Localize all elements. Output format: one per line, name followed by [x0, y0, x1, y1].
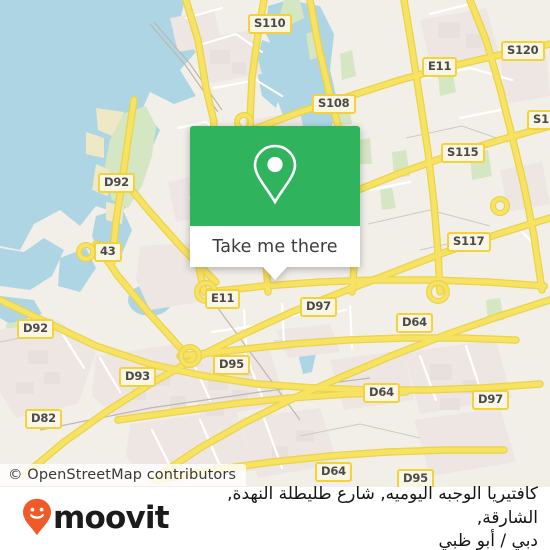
road-shield-label: S117: [453, 234, 485, 248]
road-shield: S117: [447, 232, 491, 252]
road-shield-label: S117: [533, 112, 550, 126]
moovit-logo[interactable]: moovit: [0, 498, 170, 540]
road-shield: D82: [25, 409, 62, 429]
road-shield: S115: [441, 143, 485, 163]
moovit-wordmark: moovit: [53, 500, 170, 536]
road-shield: E11: [205, 289, 241, 309]
road-shield-label: D93: [125, 369, 150, 383]
road-shield-label: D97: [306, 299, 331, 313]
road-shield: D92: [98, 173, 135, 193]
road-shield: D93: [119, 367, 156, 387]
road-shield-label: D64: [402, 315, 427, 329]
road-shield-label: D64: [321, 464, 346, 478]
road-shield-label: D95: [219, 357, 244, 371]
road-shield-label: S115: [447, 145, 479, 159]
road-shield-label: D92: [104, 175, 129, 189]
road-shield: D95: [213, 355, 250, 375]
card-pointer-tail: [262, 266, 288, 280]
road-shield-label: D92: [23, 321, 48, 335]
card-header: [190, 126, 360, 226]
place-region: دبي / أبو ظبي: [438, 531, 538, 550]
road-shield: D92: [17, 319, 54, 339]
road-shield-label: S110: [254, 16, 286, 30]
road-shield: 43: [94, 242, 122, 262]
footer-bar: moovit كافتيريا الوجبه اليوميه, شارع طلي…: [0, 484, 550, 550]
road-shield: D64: [315, 462, 352, 482]
road-shield: D97: [300, 297, 337, 317]
road-shield: S108: [312, 94, 356, 114]
road-shield: D64: [363, 383, 400, 403]
take-me-there-card[interactable]: Take me there: [190, 126, 360, 280]
map-pin-icon: [251, 143, 299, 209]
road-shield-label: E11: [428, 59, 452, 73]
road-shield-label: D97: [478, 392, 503, 406]
road-shield-label: S120: [507, 43, 539, 57]
road-shield-label: E11: [211, 291, 235, 305]
road-shield: S120: [501, 41, 545, 61]
road-shield: S110: [248, 14, 292, 34]
road-shield-label: D64: [369, 385, 394, 399]
road-shield: E11: [422, 57, 458, 77]
road-shield: D64: [396, 313, 433, 333]
card-footer[interactable]: Take me there: [190, 226, 360, 280]
place-caption: كافتيريا الوجبه اليوميه, شارع طليطلة الن…: [169, 483, 550, 550]
moovit-map-screenshot: .land { fill:#F2EFE9; } .water { fill:#A…: [0, 0, 550, 550]
road-shield-label: S108: [318, 96, 350, 110]
place-name: كافتيريا الوجبه اليوميه, شارع طليطلة الن…: [227, 484, 538, 528]
take-me-there-label: Take me there: [212, 236, 338, 257]
road-shield: S117: [527, 110, 550, 130]
road-shield-label: D82: [31, 411, 56, 425]
moovit-pin-smiley-icon: [22, 498, 52, 540]
road-shield-label: 43: [100, 244, 116, 258]
road-shield: D97: [472, 390, 509, 410]
